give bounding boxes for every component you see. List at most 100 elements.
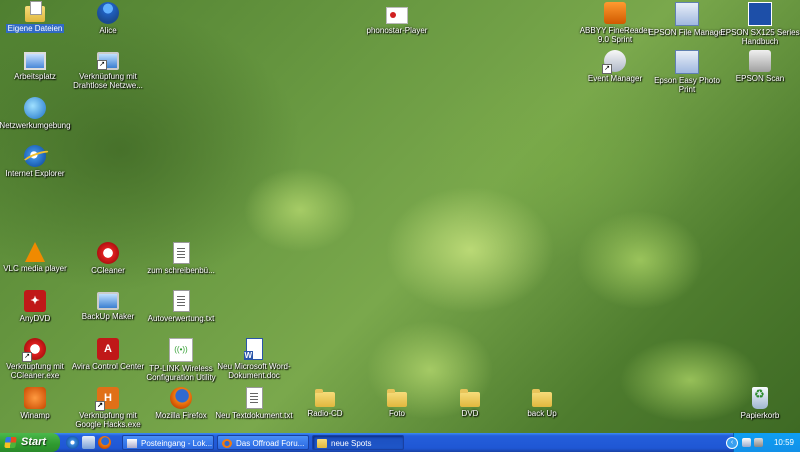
desktop-icon-label: Mozilla Firefox	[155, 411, 207, 420]
desktop-icon-label: back Up	[527, 409, 557, 418]
winamp-icon	[24, 387, 46, 409]
taskbar-button-neue-spots[interactable]: neue Spots	[312, 435, 404, 450]
firefox-icon	[170, 387, 192, 409]
my-computer-icon	[24, 52, 46, 70]
desktop-icon-avira[interactable]: A Avira Control Center	[68, 338, 148, 371]
desktop-icon-label: Winamp	[20, 411, 50, 420]
taskbar-button-posteingang[interactable]: Posteingang - Lok...	[122, 435, 214, 450]
desktop-icon-epson-photo-print[interactable]: Epson Easy Photo Print	[647, 50, 727, 94]
volume-tray-icon[interactable]	[754, 438, 763, 447]
abbyy-icon	[604, 2, 626, 24]
windows-logo-icon	[4, 437, 17, 448]
desktop-icon-papierkorb[interactable]: Papierkorb	[720, 387, 800, 420]
desktop-icon-label: Event Manager	[587, 74, 643, 83]
mail-icon	[127, 439, 137, 448]
desktop-icon-label: Foto	[388, 409, 405, 418]
desktop-icon-epson-manual[interactable]: EPSON SX125 Series Handbuch	[720, 2, 800, 46]
desktop-icon-label: Arbeitsplatz	[14, 72, 56, 81]
desktop-icon-netzwerkumgebung[interactable]: Netzwerkumgebung	[0, 97, 75, 130]
desktop-icon-ccleaner[interactable]: CCleaner	[68, 242, 148, 275]
desktop-icon-label: EPSON File Manager	[648, 28, 726, 37]
desktop-icon-alice[interactable]: Alice	[68, 2, 148, 35]
epson-scan-icon	[749, 50, 771, 72]
desktop-icon-phonostar[interactable]: phonostar-Player	[357, 2, 437, 35]
desktop-icon-label: Neu Microsoft Word-Dokument.doc	[217, 362, 291, 380]
desktop-icon-label: Radio-CD	[307, 409, 343, 418]
desktop-icon-label: Avira Control Center	[71, 362, 145, 371]
desktop-icon-label: Epson Easy Photo Print	[654, 76, 720, 94]
taskbar-button-label: neue Spots	[331, 439, 372, 448]
desktop-icon-label: CCleaner	[91, 266, 125, 275]
recycle-bin-icon	[752, 387, 768, 409]
event-manager-icon	[602, 50, 626, 74]
desktop-icon-label: Alice	[99, 26, 117, 35]
desktop-icon-back-up[interactable]: back Up	[502, 387, 582, 418]
folder-icon	[387, 389, 407, 407]
desktop-icon-label: BackUp Maker	[81, 312, 135, 321]
desktop-icon-label: VLC media player	[3, 264, 67, 273]
desktop-icon-ccleaner-shortcut[interactable]: Verknüpfung mit CCleaner.exe	[0, 338, 75, 380]
desktop-icon-textdokument[interactable]: Neu Textdokument.txt	[214, 387, 294, 420]
system-tray: ‹ 10:59	[726, 433, 800, 452]
desktop-icon-foto[interactable]: Foto	[357, 387, 437, 418]
taskbar-button-label: Posteingang - Lok...	[141, 439, 213, 448]
desktop-icon-firefox[interactable]: Mozilla Firefox	[141, 387, 221, 420]
epson-photo-print-icon	[675, 50, 699, 74]
taskbar-button-label: Das Offroad Foru...	[236, 439, 305, 448]
network-tray-icon[interactable]	[742, 438, 751, 447]
desktop-icon-word-document[interactable]: Neu Microsoft Word-Dokument.doc	[214, 338, 294, 380]
start-button[interactable]: Start	[0, 433, 60, 452]
desktop-icon-label: Internet Explorer	[5, 169, 65, 178]
desktop-icon-backup-maker[interactable]: BackUp Maker	[68, 290, 148, 321]
desktop-icon-label: ABBYY FineReader 9.0 Sprint	[579, 26, 651, 44]
desktop-icon-label: EPSON SX125 Series Handbuch	[720, 28, 800, 46]
start-label: Start	[21, 436, 47, 448]
desktop-icon-vlc[interactable]: VLC media player	[0, 242, 75, 273]
network-places-icon	[24, 97, 46, 119]
desktop-icon-arbeitsplatz[interactable]: Arbeitsplatz	[0, 50, 75, 81]
ccleaner-icon	[22, 338, 46, 362]
desktop-icon-zum-schreiben[interactable]: zum schreibenbü...	[141, 242, 221, 275]
desktop-icon-google-hacks-shortcut[interactable]: H Verknüpfung mit Google Hacks.exe	[68, 387, 148, 429]
desktop-icon-wireless-shortcut[interactable]: Verknüpfung mit Drahtlose Netzwe...	[68, 50, 148, 90]
desktop-icon-tplink[interactable]: TP-LINK Wireless Configuration Utility	[141, 338, 221, 382]
desktop-icon-epson-scan[interactable]: EPSON Scan	[720, 50, 800, 83]
desktop-icon-label: Neu Textdokument.txt	[215, 411, 293, 420]
vlc-icon	[25, 242, 45, 262]
desktop-icon-winamp[interactable]: Winamp	[0, 387, 75, 420]
desktop-icon-abbyy[interactable]: ABBYY FineReader 9.0 Sprint	[575, 2, 655, 44]
desktop-icon-label: TP-LINK Wireless Configuration Utility	[146, 364, 216, 382]
epson-file-manager-icon	[675, 2, 699, 26]
google-hacks-icon: H	[95, 387, 119, 411]
taskbar-button-offroad-forum[interactable]: Das Offroad Foru...	[217, 435, 309, 450]
desktop-icon-label: EPSON Scan	[735, 74, 785, 83]
desktop-icon-anydvd[interactable]: ✦ AnyDVD	[0, 290, 75, 323]
show-hidden-icons-button[interactable]: ‹	[726, 437, 738, 449]
quicklaunch-firefox-icon[interactable]	[98, 436, 111, 449]
wireless-network-icon	[97, 52, 119, 70]
folder-icon	[317, 439, 327, 448]
quicklaunch-show-desktop-icon[interactable]	[82, 436, 95, 449]
taskbar: Start Posteingang - Lok... Das Offroad F…	[0, 433, 800, 452]
text-document-icon	[172, 242, 190, 264]
firefox-icon	[222, 439, 232, 448]
avira-icon: A	[97, 338, 119, 360]
internet-explorer-icon	[24, 145, 46, 167]
my-documents-icon	[25, 1, 45, 22]
desktop-icon-autoverwertung[interactable]: Autoverwertung.txt	[141, 290, 221, 323]
desktop-icon-label: DVD	[461, 409, 479, 418]
desktop-background: Eigene Dateien Arbeitsplatz Netzwerkumge…	[0, 0, 800, 433]
desktop-icon-label: Verknüpfung mit CCleaner.exe	[6, 362, 64, 380]
text-document-icon	[172, 290, 190, 312]
clock[interactable]: 10:59	[774, 433, 794, 452]
desktop-icon-epson-file-manager[interactable]: EPSON File Manager	[647, 2, 727, 37]
desktop-icon-radio-cd[interactable]: Radio-CD	[285, 387, 365, 418]
tplink-icon	[169, 338, 193, 362]
quicklaunch-internet-explorer-icon[interactable]	[66, 436, 79, 449]
desktop-icon-event-manager[interactable]: Event Manager	[575, 50, 655, 83]
word-document-icon	[243, 338, 263, 360]
alice-icon	[97, 2, 119, 24]
desktop-icon-eigene-dateien[interactable]: Eigene Dateien	[0, 1, 75, 33]
desktop-icon-dvd[interactable]: DVD	[430, 387, 510, 418]
desktop-icon-internet-explorer[interactable]: Internet Explorer	[0, 145, 75, 178]
